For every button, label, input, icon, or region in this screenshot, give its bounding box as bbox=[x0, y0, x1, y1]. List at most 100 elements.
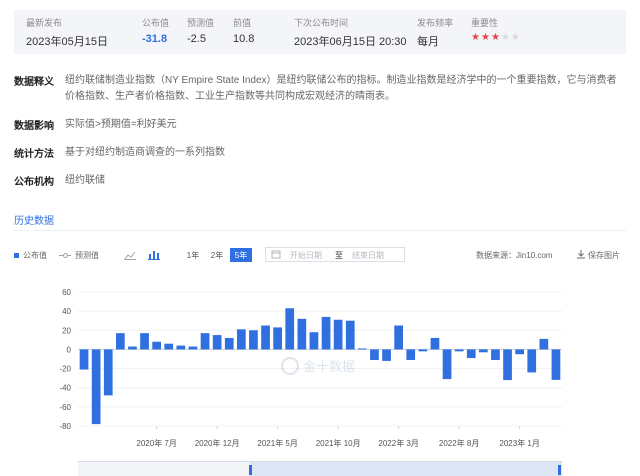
chart-bar[interactable] bbox=[345, 320, 355, 350]
line-chart-icon[interactable] bbox=[124, 246, 136, 264]
chart-bar[interactable] bbox=[333, 319, 343, 350]
next-release-time: 2023年06月15日 20:30 bbox=[294, 36, 407, 48]
chart-bar[interactable] bbox=[212, 335, 222, 350]
range-navigator[interactable] bbox=[78, 461, 562, 476]
chart-bar[interactable] bbox=[418, 349, 428, 352]
chart-bar[interactable] bbox=[140, 333, 149, 350]
chart-bar[interactable] bbox=[478, 349, 488, 353]
y-tick-label: -20 bbox=[59, 365, 71, 374]
save-image-label: 保存图片 bbox=[588, 250, 620, 260]
chart-bar[interactable] bbox=[115, 333, 125, 350]
y-tick-label: -40 bbox=[59, 384, 71, 393]
history-data-tab[interactable]: 历史数据 bbox=[14, 212, 54, 227]
watermark: 金十数据 bbox=[281, 357, 355, 375]
x-tick-label: 2021年 5月 bbox=[257, 438, 297, 448]
info-value: 基于对纽约制造商调查的一系列指数 bbox=[65, 147, 225, 158]
section-divider bbox=[14, 230, 626, 231]
frequency-value: 每月 bbox=[417, 36, 439, 48]
chart-bar[interactable] bbox=[224, 337, 234, 350]
chart-bar[interactable] bbox=[357, 348, 367, 350]
chart-bar[interactable] bbox=[491, 349, 500, 360]
y-tick-label: 0 bbox=[67, 345, 72, 354]
legend-actual[interactable]: 公布值 bbox=[14, 246, 47, 264]
chart-bar[interactable] bbox=[249, 330, 258, 350]
importance-label: 重要性 bbox=[471, 18, 499, 28]
chart-bar[interactable] bbox=[394, 325, 403, 350]
navigator-right-handle[interactable] bbox=[558, 465, 561, 475]
legend-line-icon bbox=[59, 252, 71, 258]
x-tick-label: 2021年 10月 bbox=[316, 438, 361, 448]
chart-bar[interactable] bbox=[91, 349, 101, 425]
chart-bar[interactable] bbox=[370, 349, 379, 360]
forecast-value: -2.5 bbox=[187, 33, 206, 45]
info-impact: 数据影响 实际值>预期值=利好美元 bbox=[14, 117, 624, 133]
chart-bar[interactable] bbox=[128, 346, 137, 350]
chart-bar[interactable] bbox=[442, 349, 452, 380]
chart-bar[interactable] bbox=[503, 349, 512, 381]
info-definition: 数据释义 纽约联储制造业指数（NY Empire State Index）是纽约… bbox=[14, 73, 624, 105]
history-bar-chart: 60 40 20 0 -20 -40 -60 -80 2020年 7月 2020年 12月 202… bbox=[59, 288, 562, 448]
y-tick-label: -60 bbox=[59, 403, 71, 412]
legend-forecast-label: 预测值 bbox=[75, 250, 99, 260]
next-release-label: 下次公布时间 bbox=[294, 18, 349, 28]
chart-bar[interactable] bbox=[551, 349, 561, 380]
legend-forecast[interactable]: 预测值 bbox=[59, 246, 99, 264]
chart-bar[interactable] bbox=[273, 327, 282, 350]
release-summary: 最新发布 2023年05月15日 公布值 -31.8 预测值 -2.5 前值 1… bbox=[14, 10, 626, 54]
frequency-label: 发布频率 bbox=[417, 18, 454, 28]
actual-value: -31.8 bbox=[142, 33, 168, 45]
chart-bar[interactable] bbox=[527, 349, 537, 373]
info-publisher: 公布机构 纽约联储 bbox=[14, 173, 624, 189]
end-date-input[interactable]: 结束日期 bbox=[352, 250, 384, 261]
date-range-picker[interactable]: 开始日期 至 结束日期 bbox=[265, 247, 405, 262]
chart-bar[interactable] bbox=[188, 346, 198, 350]
legend-actual-label: 公布值 bbox=[23, 250, 47, 260]
forecast-label: 预测值 bbox=[187, 18, 215, 28]
chart-bar[interactable] bbox=[297, 318, 307, 350]
star-empty-icon: ★ bbox=[510, 32, 521, 43]
chart-bar[interactable] bbox=[454, 349, 464, 352]
chart-bar[interactable] bbox=[382, 349, 391, 361]
chart-bar[interactable] bbox=[200, 333, 210, 350]
chart-toolbar: 公布值 预测值 1年 2年 5年 开始日期 至 结束日期 数据来源：Jin10.… bbox=[14, 246, 626, 264]
range-2y-button[interactable]: 2年 bbox=[206, 248, 228, 262]
chart-bar[interactable] bbox=[164, 343, 174, 350]
chart-bar[interactable] bbox=[103, 349, 113, 396]
range-5y-button[interactable]: 5年 bbox=[230, 248, 252, 262]
x-tick-label: 2020年 7月 bbox=[136, 438, 176, 448]
legend-square-icon bbox=[14, 252, 19, 258]
watermark-text: 金十数据 bbox=[303, 359, 355, 374]
chart-bar[interactable] bbox=[236, 329, 246, 350]
chart-bar[interactable] bbox=[176, 345, 186, 350]
data-source: 数据来源：Jin10.com bbox=[476, 250, 553, 260]
x-tick-label: 2023年 1月 bbox=[499, 438, 539, 448]
info-key: 统计方法 bbox=[14, 149, 54, 160]
chart-bar[interactable] bbox=[406, 349, 416, 360]
chart-bar[interactable] bbox=[539, 338, 549, 350]
range-1y-button[interactable]: 1年 bbox=[182, 248, 204, 262]
chart-bar[interactable] bbox=[515, 349, 524, 355]
latest-release-date: 2023年05月15日 bbox=[26, 36, 108, 48]
bar-chart-icon[interactable] bbox=[148, 246, 160, 264]
save-image-button[interactable]: 保存图片 bbox=[576, 246, 620, 264]
chart-bar[interactable] bbox=[285, 308, 295, 350]
star-filled-icon: ★ bbox=[480, 32, 491, 43]
chart-bar[interactable] bbox=[321, 316, 331, 350]
navigator-selection[interactable] bbox=[250, 462, 562, 476]
chart-bar[interactable] bbox=[466, 349, 476, 359]
info-value: 纽约联储制造业指数（NY Empire State Index）是纽约联储公布的… bbox=[65, 75, 617, 102]
importance-stars: ★★★★★ bbox=[471, 32, 521, 43]
navigator-left-handle[interactable] bbox=[249, 465, 252, 475]
download-icon bbox=[576, 249, 586, 261]
chart-bar[interactable] bbox=[430, 337, 440, 350]
chart-bar[interactable] bbox=[261, 325, 270, 350]
info-value: 实际值>预期值=利好美元 bbox=[65, 119, 177, 130]
chart-bar[interactable] bbox=[309, 332, 319, 350]
info-method: 统计方法 基于对纽约制造商调查的一系列指数 bbox=[14, 145, 624, 161]
chart-bar[interactable] bbox=[79, 349, 89, 370]
chart-bar[interactable] bbox=[152, 341, 161, 350]
actual-label: 公布值 bbox=[142, 18, 170, 28]
previous-value: 10.8 bbox=[233, 33, 255, 45]
x-tick-label: 2022年 3月 bbox=[378, 438, 418, 448]
start-date-input[interactable]: 开始日期 bbox=[290, 250, 322, 261]
